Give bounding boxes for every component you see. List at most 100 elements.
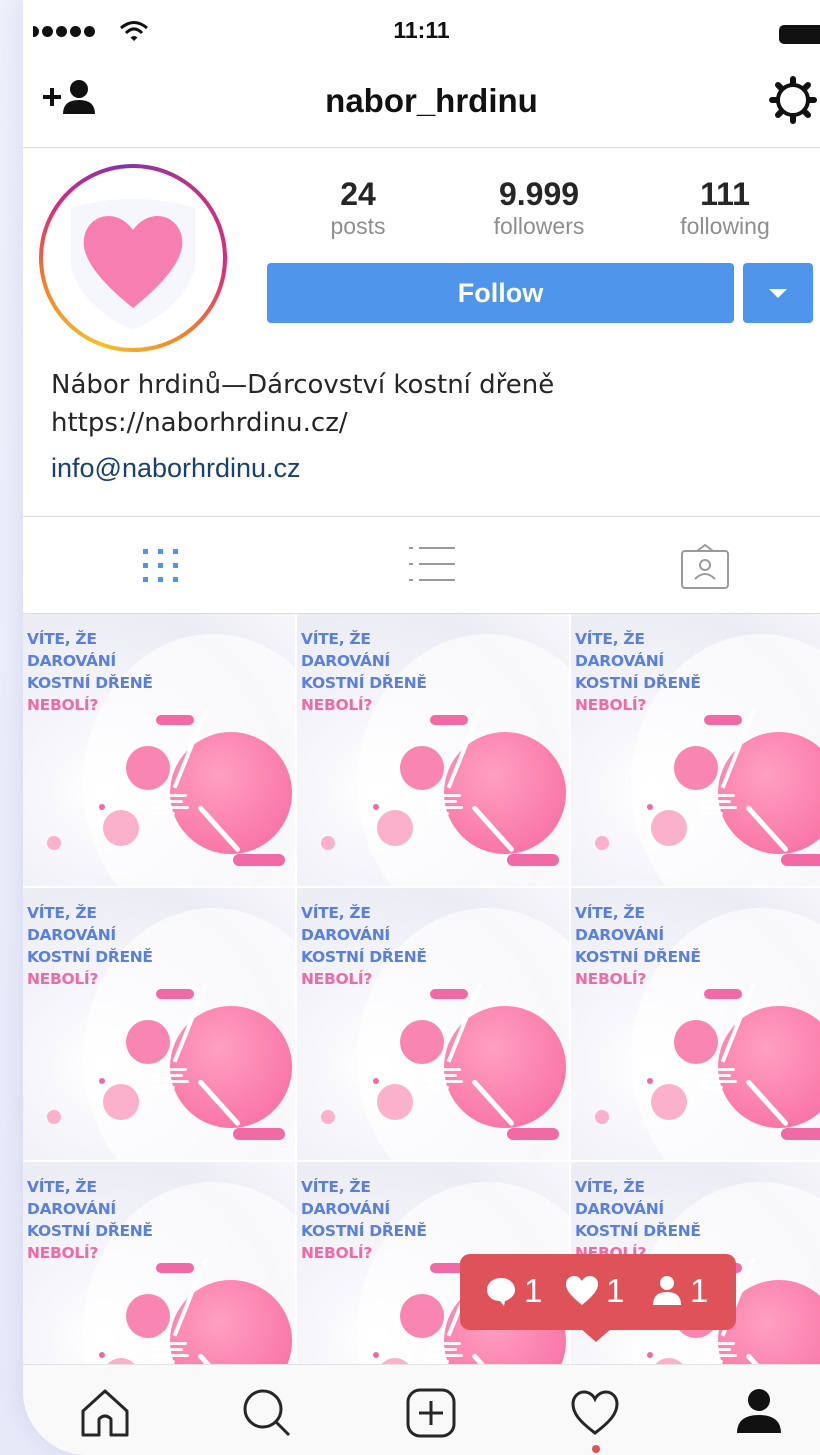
activity-icon[interactable] [569, 1387, 621, 1439]
post-decoration [595, 836, 609, 850]
post-decoration [430, 715, 468, 725]
post-title-line: VÍTE, ŽE [27, 1178, 97, 1196]
like-notification: 1 [564, 1272, 624, 1310]
post-decoration [233, 854, 285, 866]
post-title-line: VÍTE, ŽE [27, 630, 97, 648]
post-thumbnail[interactable]: VÍTE, ŽE DAROVÁNÍ KOSTNÍ DŘENĚ NEBOLÍ? [23, 888, 295, 1160]
post-decoration [427, 1068, 467, 1098]
post-title-line: KOSTNÍ DŘENĚ [27, 948, 153, 966]
profile-icon[interactable] [733, 1387, 785, 1439]
post-title-line: DAROVÁNÍ [27, 1200, 116, 1218]
post-title-line: VÍTE, ŽE [301, 1178, 371, 1196]
post-decoration [507, 854, 559, 866]
bio-website[interactable]: https://naborhrdinu.cz/ [51, 408, 348, 438]
comment-notification: 1 [484, 1272, 542, 1310]
post-title-line: DAROVÁNÍ [301, 926, 390, 944]
posts-count: 24 [340, 176, 376, 212]
post-title-line: NEBOLÍ? [27, 696, 99, 714]
stat-following[interactable]: 111 following [669, 176, 781, 240]
post-decoration [377, 810, 413, 846]
post-title-line: NEBOLÍ? [575, 696, 647, 714]
post-decoration [99, 1078, 105, 1084]
post-decoration [427, 794, 467, 824]
post-thumbnail[interactable]: VÍTE, ŽE DAROVÁNÍ KOSTNÍ DŘENĚ NEBOLÍ? [23, 1162, 295, 1364]
suggested-dropdown-button[interactable] [743, 263, 813, 323]
post-thumbnail[interactable]: VÍTE, ŽE DAROVÁNÍ KOSTNÍ DŘENĚ NEBOLÍ? [297, 888, 569, 1160]
home-icon[interactable] [79, 1387, 131, 1439]
post-title-line: NEBOLÍ? [575, 970, 647, 988]
profile-tabs [23, 516, 820, 614]
post-title-line: KOSTNÍ DŘENĚ [301, 948, 427, 966]
post-decoration [103, 810, 139, 846]
gear-icon[interactable] [767, 74, 819, 126]
post-decoration [400, 1294, 444, 1338]
post-decoration [427, 1342, 467, 1364]
post-thumbnail[interactable]: VÍTE, ŽE DAROVÁNÍ KOSTNÍ DŘENĚ NEBOLÍ? [571, 614, 820, 886]
stat-posts[interactable]: 24 posts [319, 176, 397, 240]
activity-notification[interactable]: 1 1 1 [460, 1254, 736, 1342]
following-count: 111 [700, 176, 750, 212]
follow-notification: 1 [650, 1272, 708, 1310]
bio-email-link[interactable]: info@naborhrdinu.cz [51, 453, 301, 484]
tagged-icon[interactable] [679, 543, 731, 591]
post-decoration [647, 1078, 653, 1084]
avatar-image [43, 168, 223, 348]
user-icon [653, 1276, 681, 1305]
follow-button[interactable]: Follow [267, 263, 734, 323]
post-title-line: DAROVÁNÍ [575, 652, 664, 670]
grid-icon[interactable] [139, 543, 183, 587]
post-decoration [781, 1128, 820, 1140]
post-decoration [156, 1263, 194, 1273]
post-title-line: NEBOLÍ? [27, 1244, 99, 1262]
post-thumbnail[interactable]: VÍTE, ŽE DAROVÁNÍ KOSTNÍ DŘENĚ NEBOLÍ? [571, 888, 820, 1160]
post-title-line: VÍTE, ŽE [301, 904, 371, 922]
post-title-line: DAROVÁNÍ [575, 926, 664, 944]
post-title-line: NEBOLÍ? [301, 696, 373, 714]
post-decoration [651, 810, 687, 846]
post-decoration [377, 1084, 413, 1120]
post-decoration [321, 836, 335, 850]
following-label: following [680, 213, 770, 239]
bio-name: Nábor hrdinů—Dárcovství kostní dřeně [51, 370, 555, 400]
post-title-line: DAROVÁNÍ [301, 652, 390, 670]
search-icon[interactable] [241, 1387, 293, 1439]
stat-followers[interactable]: 9.999 followers [479, 176, 599, 240]
post-title-line: DAROVÁNÍ [301, 1200, 390, 1218]
heart-logo-icon [71, 199, 195, 330]
post-decoration [47, 1110, 61, 1124]
add-post-icon[interactable] [405, 1387, 457, 1439]
post-thumbnail[interactable]: VÍTE, ŽE DAROVÁNÍ KOSTNÍ DŘENĚ NEBOLÍ? [23, 614, 295, 886]
post-decoration [781, 854, 820, 866]
post-decoration [153, 1068, 193, 1098]
posts-grid: VÍTE, ŽE DAROVÁNÍ KOSTNÍ DŘENĚ NEBOLÍ? VÍTE,… [23, 614, 820, 1364]
post-title-line: KOSTNÍ DŘENĚ [575, 1222, 701, 1240]
post-decoration [126, 1020, 170, 1064]
list-icon[interactable] [407, 543, 457, 587]
post-title-line: NEBOLÍ? [27, 970, 99, 988]
post-decoration [400, 1020, 444, 1064]
post-decoration [647, 1352, 653, 1358]
comment-count: 1 [524, 1272, 543, 1309]
profile-username: nabor_hrdinu [325, 82, 538, 119]
post-title-line: DAROVÁNÍ [27, 652, 116, 670]
status-bar: 11:11 [23, 0, 820, 60]
post-title-line: VÍTE, ŽE [301, 630, 371, 648]
post-decoration [507, 1128, 559, 1140]
post-title-line: KOSTNÍ DŘENĚ [575, 948, 701, 966]
post-decoration [373, 1352, 379, 1358]
battery-icon [779, 25, 820, 44]
post-title-line: DAROVÁNÍ [27, 926, 116, 944]
post-thumbnail[interactable]: VÍTE, ŽE DAROVÁNÍ KOSTNÍ DŘENĚ NEBOLÍ? [297, 614, 569, 886]
post-title-line: VÍTE, ŽE [575, 630, 645, 648]
post-decoration [430, 989, 468, 999]
profile-avatar[interactable] [39, 164, 227, 352]
follow-count: 1 [690, 1272, 709, 1309]
post-decoration [701, 794, 741, 824]
post-decoration [99, 1352, 105, 1358]
bottom-navigation [23, 1364, 820, 1455]
post-decoration [153, 1342, 193, 1364]
post-decoration [47, 836, 61, 850]
post-decoration [126, 746, 170, 790]
post-decoration [595, 1110, 609, 1124]
post-decoration [373, 804, 379, 810]
